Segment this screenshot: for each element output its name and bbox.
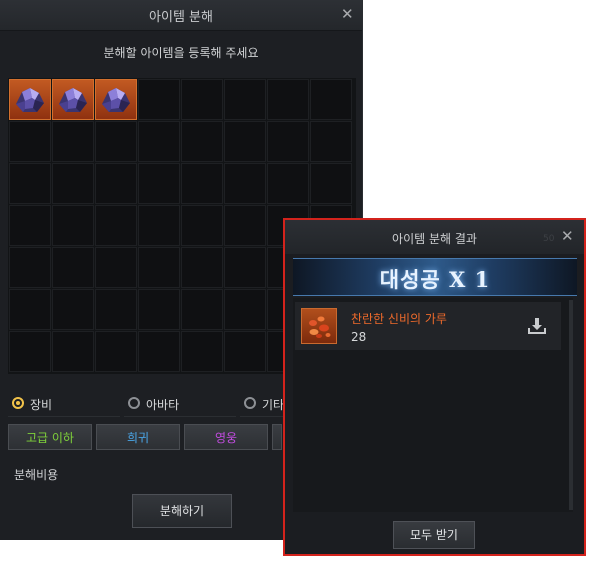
grade-button-label: 영웅 — [214, 431, 238, 445]
item-slot-empty[interactable] — [267, 163, 309, 204]
item-slot-empty[interactable] — [181, 331, 223, 372]
item-slot-empty[interactable] — [9, 121, 51, 162]
radio-label: 기타 — [262, 398, 285, 412]
close-icon[interactable]: ✕ — [341, 5, 354, 23]
popup-title: 아이템 분해 결과 — [392, 232, 477, 246]
disassembly-result-popup: 아이템 분해 결과 50 ✕ 대성공 X 1 찬란한 신비의 가루 28 모두 … — [283, 218, 586, 556]
item-slot-empty[interactable] — [95, 205, 137, 246]
grade-rare-button[interactable]: 희귀 — [96, 424, 180, 450]
result-item-row[interactable]: 찬란한 신비의 가루 28 — [295, 302, 561, 350]
item-slot-empty[interactable] — [95, 121, 137, 162]
item-slot-empty[interactable] — [9, 331, 51, 372]
item-slot-empty[interactable] — [224, 331, 266, 372]
radio-other[interactable]: 기타 — [240, 392, 284, 417]
popup-title-bar: 아이템 분해 결과 50 ✕ — [285, 220, 584, 254]
item-slot-empty[interactable] — [95, 289, 137, 330]
item-slot-empty[interactable] — [52, 121, 94, 162]
item-slot-empty[interactable] — [95, 163, 137, 204]
cost-label: 분해비용 — [14, 468, 59, 482]
radio-unselected-icon — [244, 397, 256, 409]
grade-button-label: 희귀 — [126, 431, 150, 445]
item-slot-empty[interactable] — [181, 247, 223, 288]
item-slot-empty[interactable] — [224, 247, 266, 288]
item-slot-filled[interactable] — [52, 79, 94, 120]
item-slot-empty[interactable] — [181, 79, 223, 120]
item-slot-empty[interactable] — [52, 247, 94, 288]
success-text: 대성공 X 1 — [379, 267, 491, 292]
window-title: 아이템 분해 — [149, 10, 213, 25]
item-slot-empty[interactable] — [267, 121, 309, 162]
download-icon[interactable] — [527, 316, 547, 336]
radio-selected-icon — [12, 397, 24, 409]
item-slot-empty[interactable] — [138, 289, 180, 330]
grade-button-label: 고급 이하 — [26, 431, 74, 445]
powder-icon — [301, 308, 337, 344]
item-slot-empty[interactable] — [9, 205, 51, 246]
receive-all-button[interactable]: 모두 받기 — [393, 521, 475, 549]
radio-avatar[interactable]: 아바타 — [124, 392, 236, 417]
grade-legendary-button[interactable] — [272, 424, 282, 450]
result-item-quantity: 28 — [351, 330, 367, 344]
title-bar: 아이템 분해 ✕ — [0, 0, 362, 31]
instruction-text: 분해할 아이템을 등록해 주세요 — [103, 46, 259, 60]
item-slot-filled[interactable] — [9, 79, 51, 120]
close-icon[interactable]: ✕ — [561, 227, 574, 245]
item-slot-empty[interactable] — [310, 79, 352, 120]
radio-label: 아바타 — [146, 398, 180, 412]
result-list-scrollbar[interactable] — [569, 300, 573, 510]
item-slot-empty[interactable] — [310, 163, 352, 204]
item-slot-empty[interactable] — [181, 121, 223, 162]
item-slot-empty[interactable] — [95, 331, 137, 372]
radio-label: 장비 — [30, 398, 53, 412]
item-slot-empty[interactable] — [224, 121, 266, 162]
item-slot-empty[interactable] — [9, 163, 51, 204]
item-slot-empty[interactable] — [310, 121, 352, 162]
item-slot-empty[interactable] — [95, 247, 137, 288]
item-slot-empty[interactable] — [138, 121, 180, 162]
item-slot-empty[interactable] — [52, 289, 94, 330]
item-slot-empty[interactable] — [181, 163, 223, 204]
item-slot-empty[interactable] — [52, 205, 94, 246]
item-slot-empty[interactable] — [138, 163, 180, 204]
item-slot-empty[interactable] — [138, 79, 180, 120]
disassemble-button[interactable]: 분해하기 — [132, 494, 232, 528]
item-slot-empty[interactable] — [224, 205, 266, 246]
item-slot-empty[interactable] — [52, 331, 94, 372]
faint-label: 50 — [543, 234, 555, 244]
item-slot-empty[interactable] — [138, 205, 180, 246]
item-slot-filled[interactable] — [95, 79, 137, 120]
radio-equipment[interactable]: 장비 — [8, 392, 120, 417]
result-item-name: 찬란한 신비의 가루 — [351, 312, 447, 326]
item-slot-empty[interactable] — [9, 289, 51, 330]
item-slot-empty[interactable] — [138, 247, 180, 288]
item-slot-empty[interactable] — [267, 79, 309, 120]
grade-heroic-button[interactable]: 영웅 — [184, 424, 268, 450]
item-slot-empty[interactable] — [181, 205, 223, 246]
item-slot-empty[interactable] — [224, 289, 266, 330]
item-slot-empty[interactable] — [181, 289, 223, 330]
success-banner: 대성공 X 1 — [293, 258, 577, 296]
item-slot-empty[interactable] — [52, 163, 94, 204]
grade-common-button[interactable]: 고급 이하 — [8, 424, 92, 450]
radio-unselected-icon — [128, 397, 140, 409]
item-slot-empty[interactable] — [9, 247, 51, 288]
item-slot-empty[interactable] — [224, 79, 266, 120]
item-slot-empty[interactable] — [224, 163, 266, 204]
item-slot-empty[interactable] — [138, 331, 180, 372]
